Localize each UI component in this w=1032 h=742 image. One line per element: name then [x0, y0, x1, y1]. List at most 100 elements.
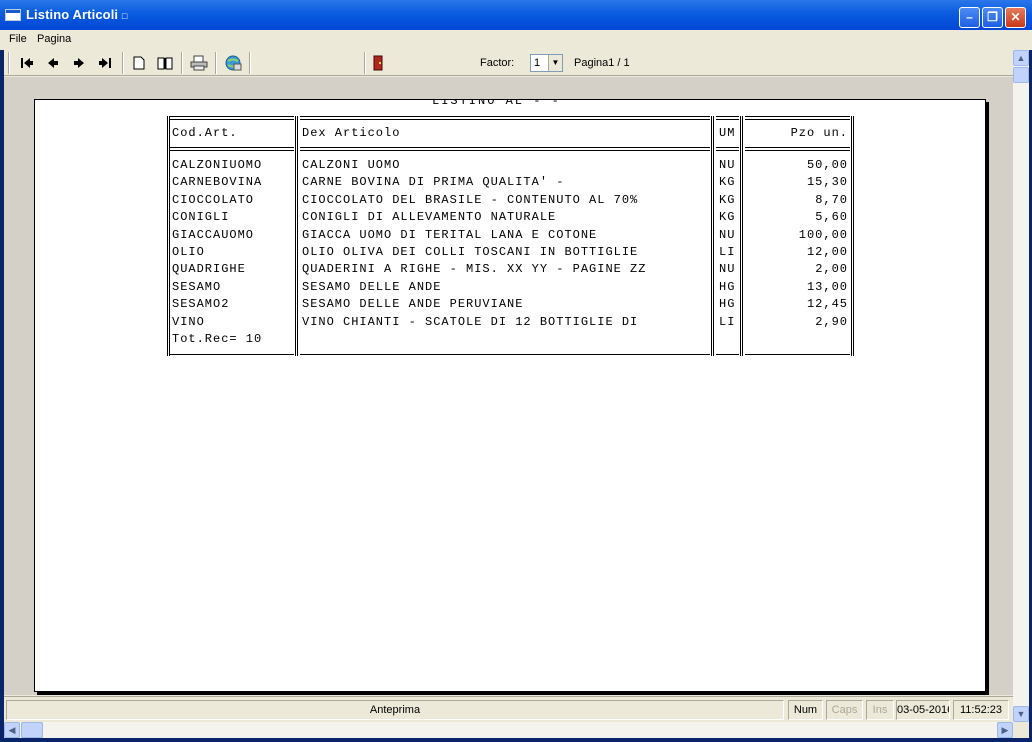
horizontal-scroll-thumb[interactable]	[21, 722, 43, 738]
header-bottom-rule	[300, 147, 710, 151]
row-description: OLIO OLIVA DEI COLLI TOSCANI IN BOTTIGLI…	[302, 245, 639, 259]
window-icon	[5, 9, 21, 21]
column-header-um: UM	[719, 126, 736, 140]
scrollbar-corner	[1013, 722, 1029, 738]
footer-rule	[170, 354, 294, 355]
row-um: LI	[719, 314, 736, 329]
two-page-icon[interactable]	[155, 53, 175, 73]
header-bottom-rule	[716, 147, 739, 151]
row-price: 2,90	[815, 314, 848, 329]
exit-door-icon[interactable]	[368, 53, 388, 73]
header-top-rule	[170, 116, 294, 120]
row-code: QUADRIGHE	[172, 262, 246, 277]
total-records: Tot.Rec= 10	[172, 332, 263, 346]
toolbar-separator	[122, 52, 124, 74]
row-price: 100,00	[798, 227, 848, 242]
close-button[interactable]: ✕	[1005, 7, 1026, 28]
toolbar-separator	[181, 52, 183, 74]
print-preview-area[interactable]: LISTINO AL - - Cod.Art. Dex Articolo UM …	[4, 77, 1013, 695]
status-date: 03-05-2016	[896, 700, 950, 720]
restore-button[interactable]: ❐	[982, 7, 1003, 28]
row-code: CARNEBOVINA	[172, 175, 263, 190]
header-top-rule	[745, 116, 850, 120]
menu-bar: File Pagina	[0, 30, 1032, 50]
report-page: LISTINO AL - - Cod.Art. Dex Articolo UM …	[34, 99, 986, 692]
printer-icon[interactable]	[189, 53, 209, 73]
footer-rule	[300, 354, 710, 355]
chevron-down-icon[interactable]: ▼	[548, 55, 562, 71]
header-bottom-rule	[170, 147, 294, 151]
row-description: SESAMO DELLE ANDE	[302, 279, 442, 294]
row-description: CIOCCOLATO DEL BRASILE - CONTENUTO AL 70…	[302, 192, 639, 207]
menu-pagina[interactable]: Pagina	[37, 33, 71, 45]
column-header-code: Cod.Art.	[172, 126, 238, 140]
minimize-button[interactable]: –	[959, 7, 980, 28]
status-num: Num	[788, 700, 823, 720]
row-um: NU	[719, 227, 736, 242]
scroll-left-icon[interactable]: ◀	[4, 722, 20, 738]
toolbar-separator	[364, 52, 366, 74]
client-area: Factor: 1 ▼ Pagina1 / 1 LISTINO AL - - C…	[4, 50, 1013, 722]
column-line	[851, 116, 854, 356]
toolbar-separator	[249, 52, 251, 74]
last-page-icon[interactable]	[95, 53, 115, 73]
next-page-icon[interactable]	[69, 53, 89, 73]
row-code: OLIO	[172, 245, 205, 259]
row-code: CIOCCOLATO	[172, 192, 255, 207]
row-code: CALZONIUOMO	[172, 158, 263, 172]
toolbar-separator	[215, 52, 217, 74]
row-description: SESAMO DELLE ANDE PERUVIANE	[302, 297, 524, 312]
header-bottom-rule	[745, 147, 850, 151]
row-price: 5,60	[815, 210, 848, 225]
row-description: GIACCA UOMO DI TERITAL LANA E COTONE	[302, 227, 598, 242]
column-line	[740, 116, 743, 356]
status-time: 11:52:23	[953, 700, 1009, 720]
toolbar: Factor: 1 ▼ Pagina1 / 1	[4, 50, 1013, 76]
header-top-rule	[300, 116, 710, 120]
toolbar-grip	[8, 52, 10, 74]
footer-rule	[716, 354, 739, 355]
application-window: Listino Articoli □ – ❐ ✕ File Pagina Fac…	[0, 0, 1032, 742]
row-um: KG	[719, 210, 736, 225]
export-globe-icon[interactable]	[223, 53, 243, 73]
row-price: 13,00	[806, 279, 848, 294]
factor-value: 1	[534, 57, 541, 69]
menu-file[interactable]: File	[9, 33, 27, 45]
column-line	[295, 116, 298, 356]
column-header-description: Dex Articolo	[302, 126, 401, 140]
row-um: LI	[719, 245, 736, 259]
factor-select[interactable]: 1 ▼	[530, 54, 563, 72]
first-page-icon[interactable]	[17, 53, 37, 73]
scroll-up-icon[interactable]: ▲	[1013, 50, 1029, 66]
single-page-icon[interactable]	[129, 53, 149, 73]
row-code: VINO	[172, 314, 205, 329]
scroll-down-icon[interactable]: ▼	[1013, 706, 1029, 722]
page-indicator: Pagina1 / 1	[574, 57, 630, 69]
window-title: Listino Articoli □	[26, 7, 128, 22]
header-top-rule	[716, 116, 739, 120]
scroll-right-icon[interactable]: ▶	[997, 722, 1013, 738]
horizontal-scrollbar[interactable]: ◀ ▶	[4, 722, 1013, 738]
row-code: GIACCAUOMO	[172, 227, 255, 242]
row-price: 12,45	[806, 297, 848, 312]
column-header-price: Pzo un.	[790, 126, 848, 140]
row-price: 2,00	[815, 262, 848, 277]
row-um: KG	[719, 192, 736, 207]
row-code: SESAMO2	[172, 297, 230, 312]
row-um: NU	[719, 262, 736, 277]
row-price: 15,30	[806, 175, 848, 190]
row-description: CARNE BOVINA DI PRIMA QUALITA' -	[302, 175, 565, 190]
vertical-scrollbar[interactable]: ▲ ▼	[1013, 50, 1029, 722]
factor-label: Factor:	[480, 57, 515, 69]
row-price: 8,70	[815, 192, 848, 207]
title-bar[interactable]: Listino Articoli □ – ❐ ✕	[0, 0, 1032, 30]
row-um: KG	[719, 175, 736, 190]
previous-page-icon[interactable]	[43, 53, 63, 73]
row-um: HG	[719, 279, 736, 294]
small-square-icon: □	[121, 11, 128, 21]
report-title: LISTINO AL - -	[432, 99, 561, 108]
vertical-scroll-thumb[interactable]	[1013, 67, 1029, 83]
status-mode: Anteprima	[6, 700, 784, 720]
row-description: CONIGLI DI ALLEVAMENTO NATURALE	[302, 210, 557, 225]
footer-rule	[745, 354, 850, 355]
